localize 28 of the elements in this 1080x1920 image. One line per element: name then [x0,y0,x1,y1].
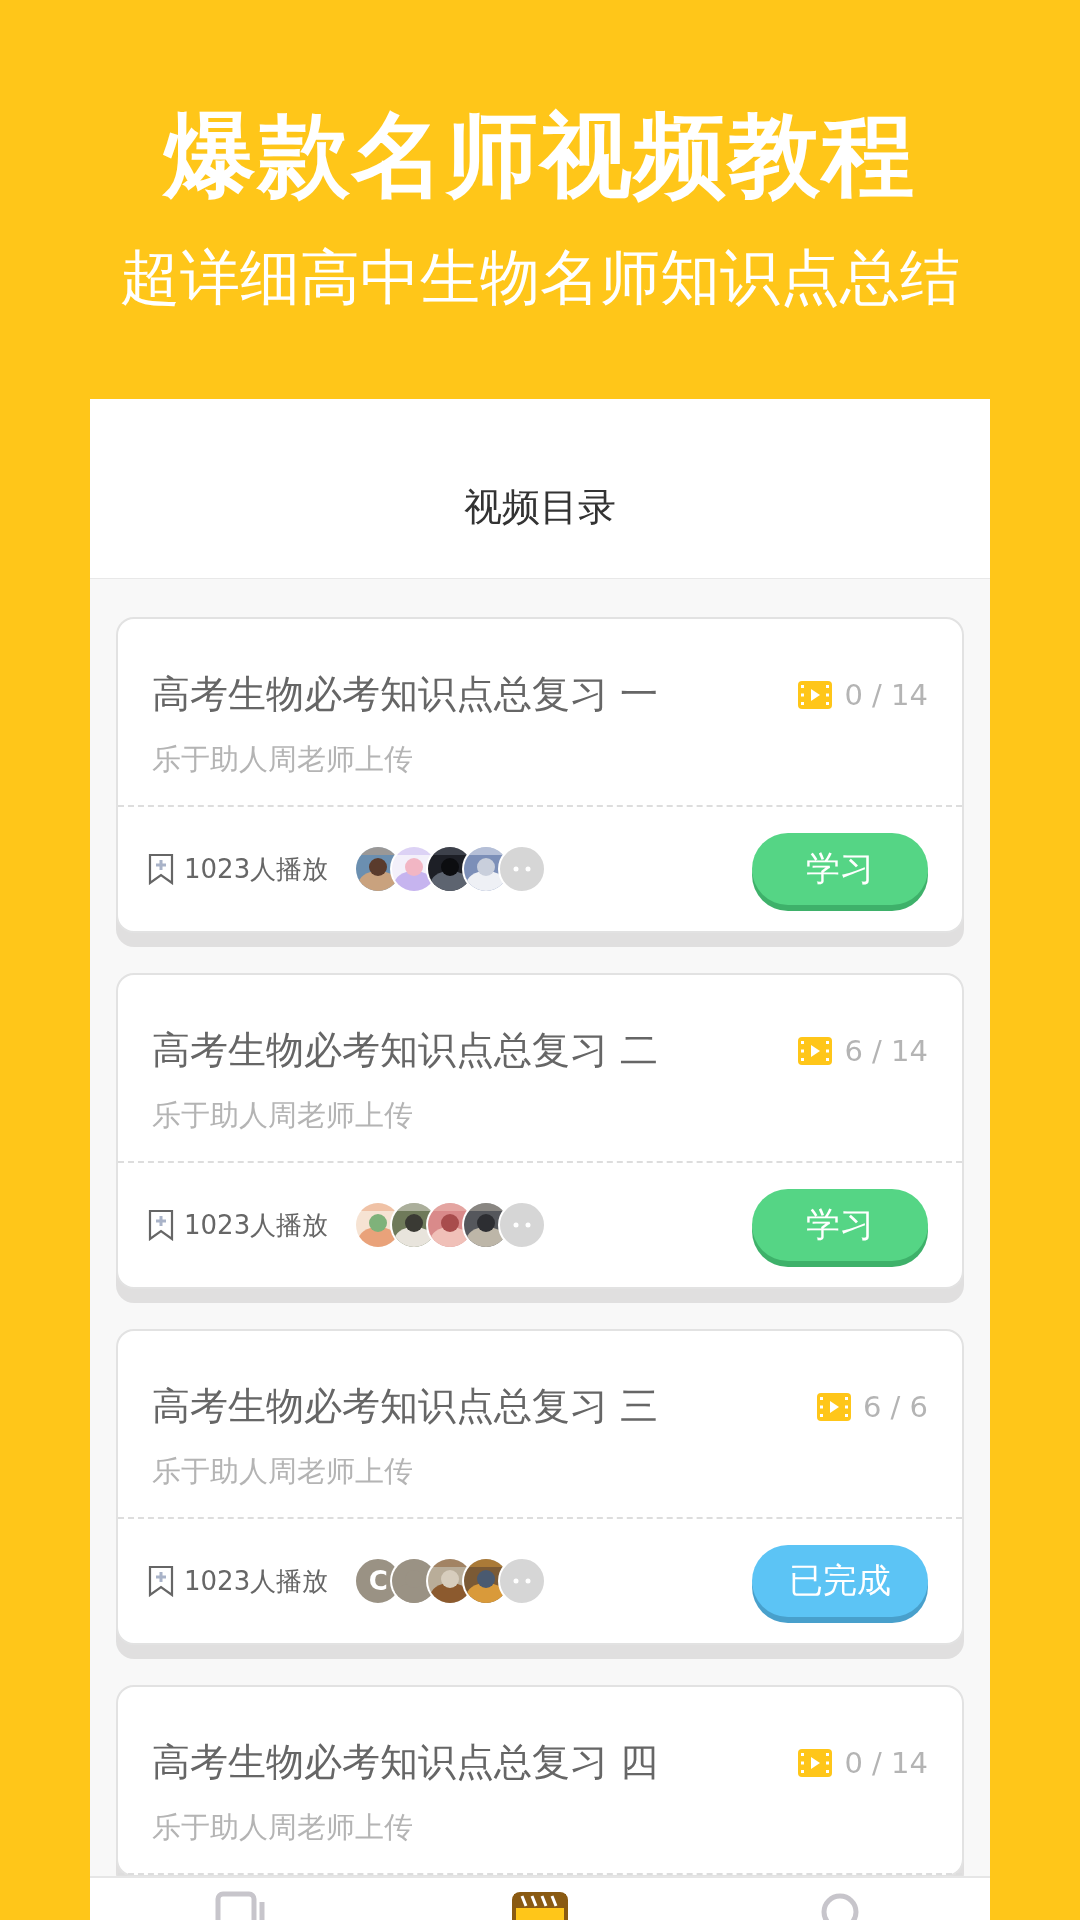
more-icon [498,1557,547,1605]
uploader-text: 乐于助人周老师上传 [152,1809,414,1846]
more-icon [498,1201,547,1249]
headline: 爆款名师视频教程 [164,101,916,211]
subheadline: 超详细高中生物名师知识点总结 [120,242,960,312]
play-count: 1023人播放 [184,1208,329,1242]
progress-count: 6 / 6 [862,1389,928,1424]
uploader-text: 乐于助人周老师上传 [152,1097,414,1134]
play-count: 1023人播放 [184,852,329,886]
bookmark-icon [148,1565,174,1597]
course-title: 高考生物必考知识点总复习 三 [152,1383,659,1430]
video-icon [798,1036,833,1065]
progress-count: 0 / 14 [844,677,928,712]
bookmark-icon [148,1209,174,1241]
progress-count: 0 / 14 [844,1745,928,1780]
progress-count: 6 / 14 [844,1033,928,1068]
video-icon [798,680,833,709]
play-count: 1023人播放 [184,1564,329,1598]
course-title: 高考生物必考知识点总复习 二 [152,1027,659,1074]
bookmark-icon [148,853,174,885]
uploader-text: 乐于助人周老师上传 [152,741,414,778]
course-title: 高考生物必考知识点总复习 四 [152,1739,659,1786]
section-title: 视频目录 [464,484,616,531]
more-icon [498,845,547,893]
video-icon [798,1748,833,1777]
uploader-text: 乐于助人周老师上传 [152,1453,414,1490]
course-title: 高考生物必考知识点总复习 一 [152,671,659,718]
video-icon [816,1392,851,1421]
